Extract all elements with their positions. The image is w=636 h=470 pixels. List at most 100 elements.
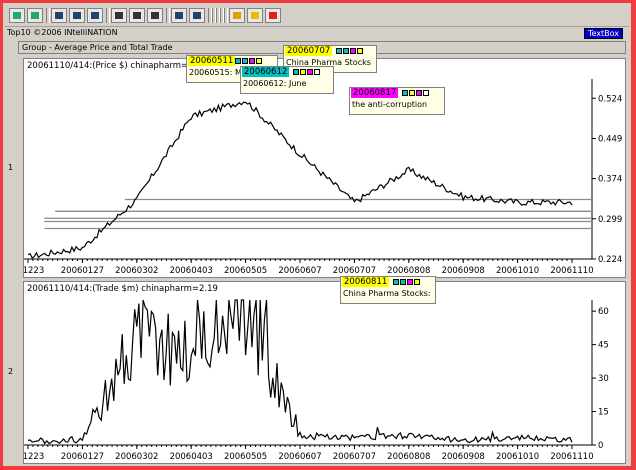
- annotation-icons: [393, 279, 420, 286]
- annotation-header: 20060817: [350, 88, 444, 99]
- title-bar: Top10 ©2006 INtelliNATION TextBox: [5, 27, 627, 40]
- annotation-date: 20060811: [342, 277, 390, 287]
- x-tick-label: 20060505: [224, 266, 267, 276]
- toolbar-separator: [224, 8, 228, 23]
- close-icon[interactable]: [256, 58, 262, 64]
- magenta-swatch-icon[interactable]: [407, 279, 413, 285]
- y-tick-label: 0.524: [598, 94, 622, 104]
- magenta-swatch-icon[interactable]: [307, 69, 313, 75]
- x-tick-label: 20061010: [496, 266, 539, 276]
- magenta-swatch-icon[interactable]: [350, 48, 356, 54]
- annotation-icons: [402, 90, 429, 97]
- annotation-icons: [293, 69, 320, 76]
- x-tick-label: 051223: [24, 452, 44, 462]
- annotation-header: 20060707: [284, 46, 376, 57]
- mountain-chart-icon[interactable]: [51, 8, 67, 23]
- x-tick-label: 20060607: [278, 266, 321, 276]
- bar-down-icon[interactable]: [189, 8, 205, 23]
- x-tick-label: 20060505: [224, 452, 267, 462]
- y-tick-label: 30: [598, 374, 609, 384]
- cyan-swatch-icon[interactable]: [235, 58, 241, 64]
- cyan-swatch-icon[interactable]: [293, 69, 299, 75]
- x-tick-label: 20060302: [115, 452, 158, 462]
- annotation-icons: [235, 58, 262, 65]
- series-line: [27, 299, 573, 445]
- y-tick-label: 0.449: [598, 134, 622, 144]
- yellow-swatch-icon[interactable]: [409, 90, 415, 96]
- annotation-date: 20060511: [188, 56, 236, 66]
- close-icon[interactable]: [314, 69, 320, 75]
- annotation-text: China Pharma Stocks:: [343, 289, 431, 298]
- x-tick-label: 20060808: [387, 452, 430, 462]
- bar-up-icon[interactable]: [171, 8, 187, 23]
- toolbar-separator: [166, 8, 170, 23]
- annotation-text: 20060515: M: [189, 68, 242, 77]
- y-tick-label: 0.224: [598, 255, 622, 265]
- group-title: Group - Average Price and Total Trade: [22, 43, 173, 52]
- x-tick-label: 20060607: [278, 452, 321, 462]
- annotation-date: 20060817: [351, 88, 399, 98]
- x-tick-label: 20060127: [61, 452, 104, 462]
- y-tick-label: 0.374: [598, 175, 622, 185]
- cyan-swatch-icon[interactable]: [336, 48, 342, 54]
- grid-table-icon[interactable]: [147, 8, 163, 23]
- x-tick-label: 20061010: [496, 452, 539, 462]
- cyan-swatch-icon[interactable]: [393, 279, 399, 285]
- annotation-date: 20060707: [285, 46, 333, 56]
- x-tick-label: 20060403: [170, 452, 213, 462]
- annotation-box[interactable]: 20060811 China Pharma Stocks:: [340, 276, 436, 304]
- x-tick-label: 20061110: [550, 452, 593, 462]
- row-label-trade: 2: [8, 367, 14, 376]
- magenta-swatch-icon[interactable]: [416, 90, 422, 96]
- close-icon[interactable]: [414, 279, 420, 285]
- toolbar: [5, 5, 629, 27]
- grid-view-icon[interactable]: [111, 8, 127, 23]
- x-tick-label: 20060302: [115, 266, 158, 276]
- mountain-alt-icon[interactable]: [69, 8, 85, 23]
- close-icon[interactable]: [423, 90, 429, 96]
- x-tick-label: 20060707: [333, 452, 376, 462]
- cyan-swatch-icon[interactable]: [402, 90, 408, 96]
- x-tick-label: 20060707: [333, 266, 376, 276]
- mountain-flat-icon[interactable]: [87, 8, 103, 23]
- x-tick-label: 20060808: [387, 266, 430, 276]
- window-title: Top10 ©2006 INtelliNATION: [7, 28, 118, 37]
- x-tick-label: 20060403: [170, 266, 213, 276]
- yellow-swatch-icon[interactable]: [300, 69, 306, 75]
- chart-view-icon[interactable]: [9, 8, 25, 23]
- y-tick-label: 0.299: [598, 215, 622, 225]
- y-tick-label: 45: [598, 341, 609, 351]
- series-line: [27, 101, 573, 259]
- annotation-text: 20060612: June: [243, 79, 307, 88]
- annotation-date: 20060612: [242, 67, 290, 77]
- x-tick-label: 20061110: [550, 266, 593, 276]
- textbox-button[interactable]: TextBox: [583, 28, 623, 39]
- palette-icon[interactable]: [265, 8, 281, 23]
- y-tick-label: 15: [598, 408, 609, 418]
- chart-export-icon[interactable]: [27, 8, 43, 23]
- toolbar-separator: [46, 8, 50, 23]
- magenta-swatch-icon[interactable]: [249, 58, 255, 64]
- row-label-price: 1: [8, 163, 14, 172]
- x-tick-label: 051223: [24, 266, 44, 276]
- trade-chart-panel[interactable]: 20061110/414:(Trade $m) chinapharm=2.19 …: [23, 281, 626, 464]
- grid-alt-icon[interactable]: [129, 8, 145, 23]
- annotation-box[interactable]: 20060612 20060612: June: [240, 66, 334, 94]
- cyan-swatch-icon[interactable]: [400, 279, 406, 285]
- annotation-text: the anti-corruption: [352, 100, 428, 109]
- y-tick-label: 0: [598, 441, 603, 451]
- y-tick-label: 60: [598, 307, 609, 317]
- x-tick-label: 20060127: [61, 266, 104, 276]
- x-tick-label: 20060908: [442, 266, 485, 276]
- x-tick-label: 20060908: [442, 452, 485, 462]
- annotation-header: 20060811: [341, 277, 435, 288]
- annotation-icons: [336, 48, 363, 55]
- cyan-swatch-icon[interactable]: [343, 48, 349, 54]
- annotation-box[interactable]: 20060817 the anti-corruption: [349, 87, 445, 115]
- cyan-swatch-icon[interactable]: [242, 58, 248, 64]
- app-window: Top10 ©2006 INtelliNATION TextBox Group …: [3, 3, 631, 466]
- close-icon[interactable]: [357, 48, 363, 54]
- folder-open-icon[interactable]: [229, 8, 245, 23]
- notes-icon[interactable]: [247, 8, 263, 23]
- trade-chart-svg: 60 45 30 15 0 051223 20060127 20060302 20060403 2…: [24, 299, 609, 462]
